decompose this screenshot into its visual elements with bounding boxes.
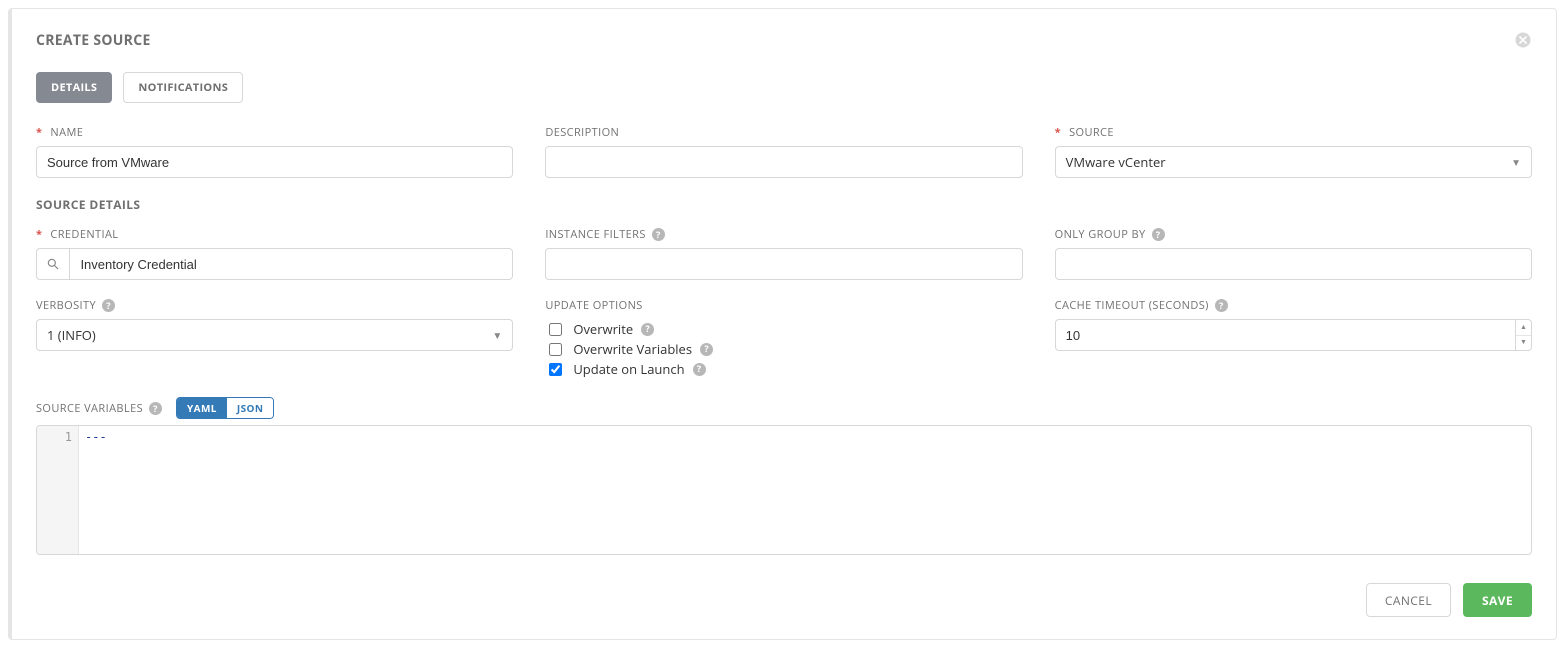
credential-label: *CREDENTIAL bbox=[36, 227, 513, 242]
credential-lookup-button[interactable] bbox=[36, 248, 69, 280]
tab-details[interactable]: DETAILS bbox=[36, 72, 112, 103]
editor-content[interactable]: --- bbox=[79, 426, 1531, 554]
number-spinner: ▲ ▼ bbox=[1515, 320, 1531, 350]
help-icon[interactable]: ? bbox=[1152, 228, 1165, 241]
yaml-json-toggle: YAML JSON bbox=[176, 397, 274, 419]
update-on-launch-label: Update on Launch bbox=[573, 359, 684, 379]
credential-input[interactable] bbox=[69, 248, 513, 280]
instance-filters-label: INSTANCE FILTERS ? bbox=[545, 227, 1022, 242]
overwrite-label: Overwrite bbox=[573, 319, 633, 339]
toggle-yaml[interactable]: YAML bbox=[177, 398, 227, 418]
help-icon[interactable]: ? bbox=[700, 343, 713, 356]
cancel-button[interactable]: CANCEL bbox=[1366, 583, 1451, 617]
editor-gutter: 1 bbox=[37, 426, 79, 554]
instance-filters-input[interactable] bbox=[545, 248, 1022, 280]
name-input[interactable] bbox=[36, 146, 513, 178]
overwrite-checkbox[interactable] bbox=[549, 323, 562, 336]
overwrite-vars-checkbox[interactable] bbox=[549, 343, 562, 356]
update-on-launch-checkbox[interactable] bbox=[549, 363, 562, 376]
cache-timeout-input[interactable] bbox=[1055, 319, 1532, 351]
help-icon[interactable]: ? bbox=[693, 363, 706, 376]
only-group-by-label: ONLY GROUP BY ? bbox=[1055, 227, 1532, 242]
stepper-up-icon[interactable]: ▲ bbox=[1516, 320, 1531, 336]
description-input[interactable] bbox=[545, 146, 1022, 178]
verbosity-select[interactable]: 1 (INFO) ▼ bbox=[36, 319, 513, 351]
name-label: *NAME bbox=[36, 125, 513, 140]
source-label: *SOURCE bbox=[1055, 125, 1532, 140]
search-icon bbox=[46, 257, 60, 271]
verbosity-label: VERBOSITY ? bbox=[36, 298, 513, 313]
chevron-down-icon: ▼ bbox=[1511, 155, 1521, 169]
help-icon[interactable]: ? bbox=[102, 299, 115, 312]
help-icon[interactable]: ? bbox=[652, 228, 665, 241]
help-icon[interactable]: ? bbox=[149, 402, 162, 415]
source-select[interactable]: VMware vCenter ▼ bbox=[1055, 146, 1532, 178]
stepper-down-icon[interactable]: ▼ bbox=[1516, 336, 1531, 351]
chevron-down-icon: ▼ bbox=[492, 328, 502, 342]
help-icon[interactable]: ? bbox=[1215, 299, 1228, 312]
overwrite-vars-label: Overwrite Variables bbox=[573, 339, 692, 359]
description-label: DESCRIPTION bbox=[545, 125, 1022, 140]
source-variables-label: SOURCE VARIABLES ? bbox=[36, 401, 162, 416]
section-source-details: SOURCE DETAILS bbox=[36, 196, 1532, 213]
panel-title: CREATE SOURCE bbox=[36, 31, 151, 50]
tab-notifications[interactable]: NOTIFICATIONS bbox=[123, 72, 243, 103]
toggle-json[interactable]: JSON bbox=[227, 398, 274, 418]
update-options-label: UPDATE OPTIONS bbox=[545, 298, 1022, 313]
only-group-by-input[interactable] bbox=[1055, 248, 1532, 280]
cache-timeout-label: CACHE TIMEOUT (SECONDS) ? bbox=[1055, 298, 1532, 313]
close-icon[interactable] bbox=[1514, 31, 1532, 49]
save-button[interactable]: SAVE bbox=[1463, 583, 1532, 617]
tabs: DETAILS NOTIFICATIONS bbox=[36, 72, 1532, 103]
source-variables-editor[interactable]: 1 --- bbox=[36, 425, 1532, 555]
create-source-panel: CREATE SOURCE DETAILS NOTIFICATIONS *NAM… bbox=[8, 8, 1557, 640]
help-icon[interactable]: ? bbox=[641, 323, 654, 336]
